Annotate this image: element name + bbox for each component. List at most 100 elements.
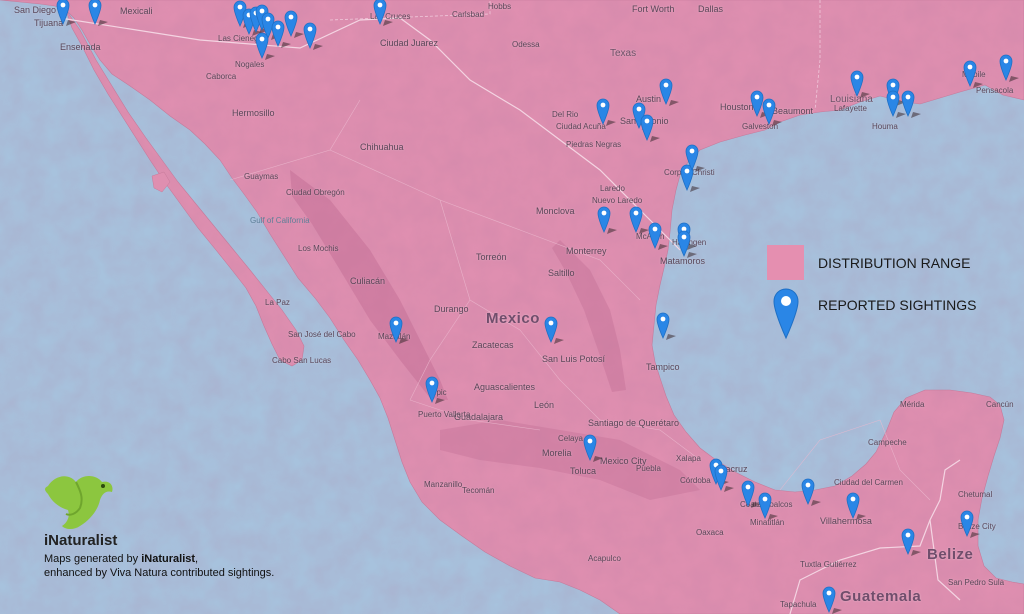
place-label-monclova: Monclova <box>536 206 575 216</box>
place-label-san-pedro-sula: San Pedro Sula <box>948 578 1005 587</box>
sighting-pin-icon[interactable] <box>801 478 823 508</box>
sighting-pin-icon[interactable] <box>901 90 923 120</box>
place-label-odessa: Odessa <box>512 40 540 49</box>
sighting-pin-icon[interactable] <box>56 0 78 28</box>
credit-line-1: Maps generated by iNaturalist, <box>44 553 198 566</box>
inaturalist-bird-logo-icon <box>45 476 113 529</box>
place-label-carlsbad: Carlsbad <box>452 10 485 19</box>
place-label-leon: León <box>534 400 555 410</box>
place-label-celaya: Celaya <box>558 434 583 443</box>
sighting-pin-icon[interactable] <box>648 222 670 252</box>
place-label-houston: Houston <box>720 102 754 112</box>
credit-suffix: , <box>195 553 199 565</box>
place-label-aguascalientes: Aguascalientes <box>474 382 536 392</box>
place-label-puebla: Puebla <box>636 464 661 473</box>
sighting-pin-icon[interactable] <box>999 54 1021 84</box>
place-label-santiago-de-queretaro: Santiago de Querétaro <box>588 418 680 428</box>
place-label-del-rio: Del Rio <box>552 110 579 119</box>
place-label-tecoman: Tecomán <box>462 486 495 495</box>
place-label-ciudad-del-carmen: Ciudad del Carmen <box>834 478 903 487</box>
sighting-pin-icon[interactable] <box>960 510 982 540</box>
place-label-laredo: Laredo <box>600 184 625 193</box>
sighting-pin-icon[interactable] <box>901 528 923 558</box>
sighting-pin-icon[interactable] <box>758 492 780 522</box>
sighting-pin-icon[interactable] <box>425 376 447 406</box>
place-label-mexicali: Mexicali <box>120 6 153 16</box>
place-label-durango: Durango <box>434 304 469 314</box>
legend-sightings-label: REPORTED SIGHTINGS <box>818 297 977 313</box>
place-label-ciudad-juarez: Ciudad Juarez <box>380 38 439 48</box>
sighting-pin-icon[interactable] <box>656 312 678 342</box>
sighting-pin-icon[interactable] <box>659 78 681 108</box>
legend-distribution-swatch <box>767 245 804 280</box>
sighting-pin-icon[interactable] <box>677 230 699 260</box>
legend-pin-icon <box>773 288 799 340</box>
place-label-lafayette: Lafayette <box>834 104 867 113</box>
sighting-pin-icon[interactable] <box>583 434 605 464</box>
place-label-gulf-of-california: Gulf of California <box>250 216 310 225</box>
sighting-pin-icon[interactable] <box>846 492 868 522</box>
place-label-san-jose-del-cabo: San José del Cabo <box>288 330 356 339</box>
place-label-country-mexico: Mexico <box>486 310 540 327</box>
place-label-cabo-san-lucas: Cabo San Lucas <box>272 356 332 365</box>
place-label-xalapa: Xalapa <box>676 454 701 463</box>
place-label-caborca: Caborca <box>206 72 237 81</box>
place-label-manzanillo: Manzanillo <box>424 480 463 489</box>
place-label-los-mochis: Los Mochis <box>298 244 339 253</box>
place-label-monterrey: Monterrey <box>566 246 607 256</box>
sighting-pin-icon[interactable] <box>822 586 844 614</box>
place-label-state-texas: Texas <box>610 48 637 59</box>
legend-distribution-label: DISTRIBUTION RANGE <box>818 255 971 271</box>
place-label-cancun: Cancún <box>986 400 1014 409</box>
place-label-saltillo: Saltillo <box>548 268 575 278</box>
credit-line-2: enhanced by Viva Natura contributed sigh… <box>44 567 275 579</box>
place-label-culiacan: Culiacán <box>350 276 386 286</box>
place-label-toluca: Toluca <box>570 466 597 476</box>
place-label-hobbs: Hobbs <box>488 2 512 11</box>
place-label-piedras-negras: Piedras Negras <box>566 140 622 149</box>
sighting-pin-icon[interactable] <box>762 98 784 128</box>
sighting-pin-icon[interactable] <box>88 0 110 28</box>
place-label-torreon: Torreón <box>476 252 507 262</box>
sighting-pin-icon[interactable] <box>963 60 985 90</box>
place-label-zacatecas: Zacatecas <box>472 340 514 350</box>
sighting-pin-icon[interactable] <box>373 0 395 28</box>
sighting-pin-icon[interactable] <box>255 32 277 62</box>
place-label-nuevo-laredo: Nuevo Laredo <box>592 196 643 205</box>
sighting-pin-icon[interactable] <box>850 70 872 100</box>
place-label-tampico: Tampico <box>646 362 680 372</box>
place-label-guaymas: Guaymas <box>244 172 279 181</box>
place-label-oaxaca: Oaxaca <box>696 528 724 537</box>
sighting-pin-icon[interactable] <box>640 114 662 144</box>
place-label-campeche: Campeche <box>868 438 907 447</box>
place-label-la-paz: La Paz <box>265 298 290 307</box>
sighting-pin-icon[interactable] <box>544 316 566 346</box>
place-label-acapulco: Acapulco <box>588 554 621 563</box>
inaturalist-wordmark: iNaturalist <box>44 532 118 549</box>
place-label-country-belize: Belize <box>927 546 974 563</box>
credit-prefix: Maps generated by <box>44 553 142 565</box>
map-stage[interactable]: Mexico Belize Guatemala Texas Louisiana Gulf … <box>0 0 1024 614</box>
credit-brand: iNaturalist <box>141 553 196 565</box>
sighting-pin-icon[interactable] <box>303 22 325 52</box>
place-label-morelia: Morelia <box>542 448 572 458</box>
place-label-tapachula: Tapachula <box>780 600 817 609</box>
place-label-chetumal: Chetumal <box>958 490 993 499</box>
sighting-pin-icon[interactable] <box>714 464 736 494</box>
place-label-country-guatemala: Guatemala <box>840 588 922 605</box>
place-label-san-luis-potosi: San Luis Potosí <box>542 354 606 364</box>
place-label-tuxtla-gutierrez: Tuxtla Gutiérrez <box>800 560 857 569</box>
sighting-pin-icon[interactable] <box>596 98 618 128</box>
place-label-hermosillo: Hermosillo <box>232 108 275 118</box>
place-label-ciudad-obregon: Ciudad Obregón <box>286 188 345 197</box>
place-label-san-diego: San Diego <box>14 5 57 15</box>
place-label-ensenada: Ensenada <box>60 42 101 52</box>
place-label-merida: Mérida <box>900 400 925 409</box>
place-label-fort-worth: Fort Worth <box>632 4 675 14</box>
sighting-pin-icon[interactable] <box>685 144 707 174</box>
place-label-cordoba: Córdoba <box>680 476 711 485</box>
place-label-chihuahua: Chihuahua <box>360 142 404 152</box>
sighting-pin-icon[interactable] <box>389 316 411 346</box>
place-label-houma: Houma <box>872 122 898 131</box>
sighting-pin-icon[interactable] <box>597 206 619 236</box>
